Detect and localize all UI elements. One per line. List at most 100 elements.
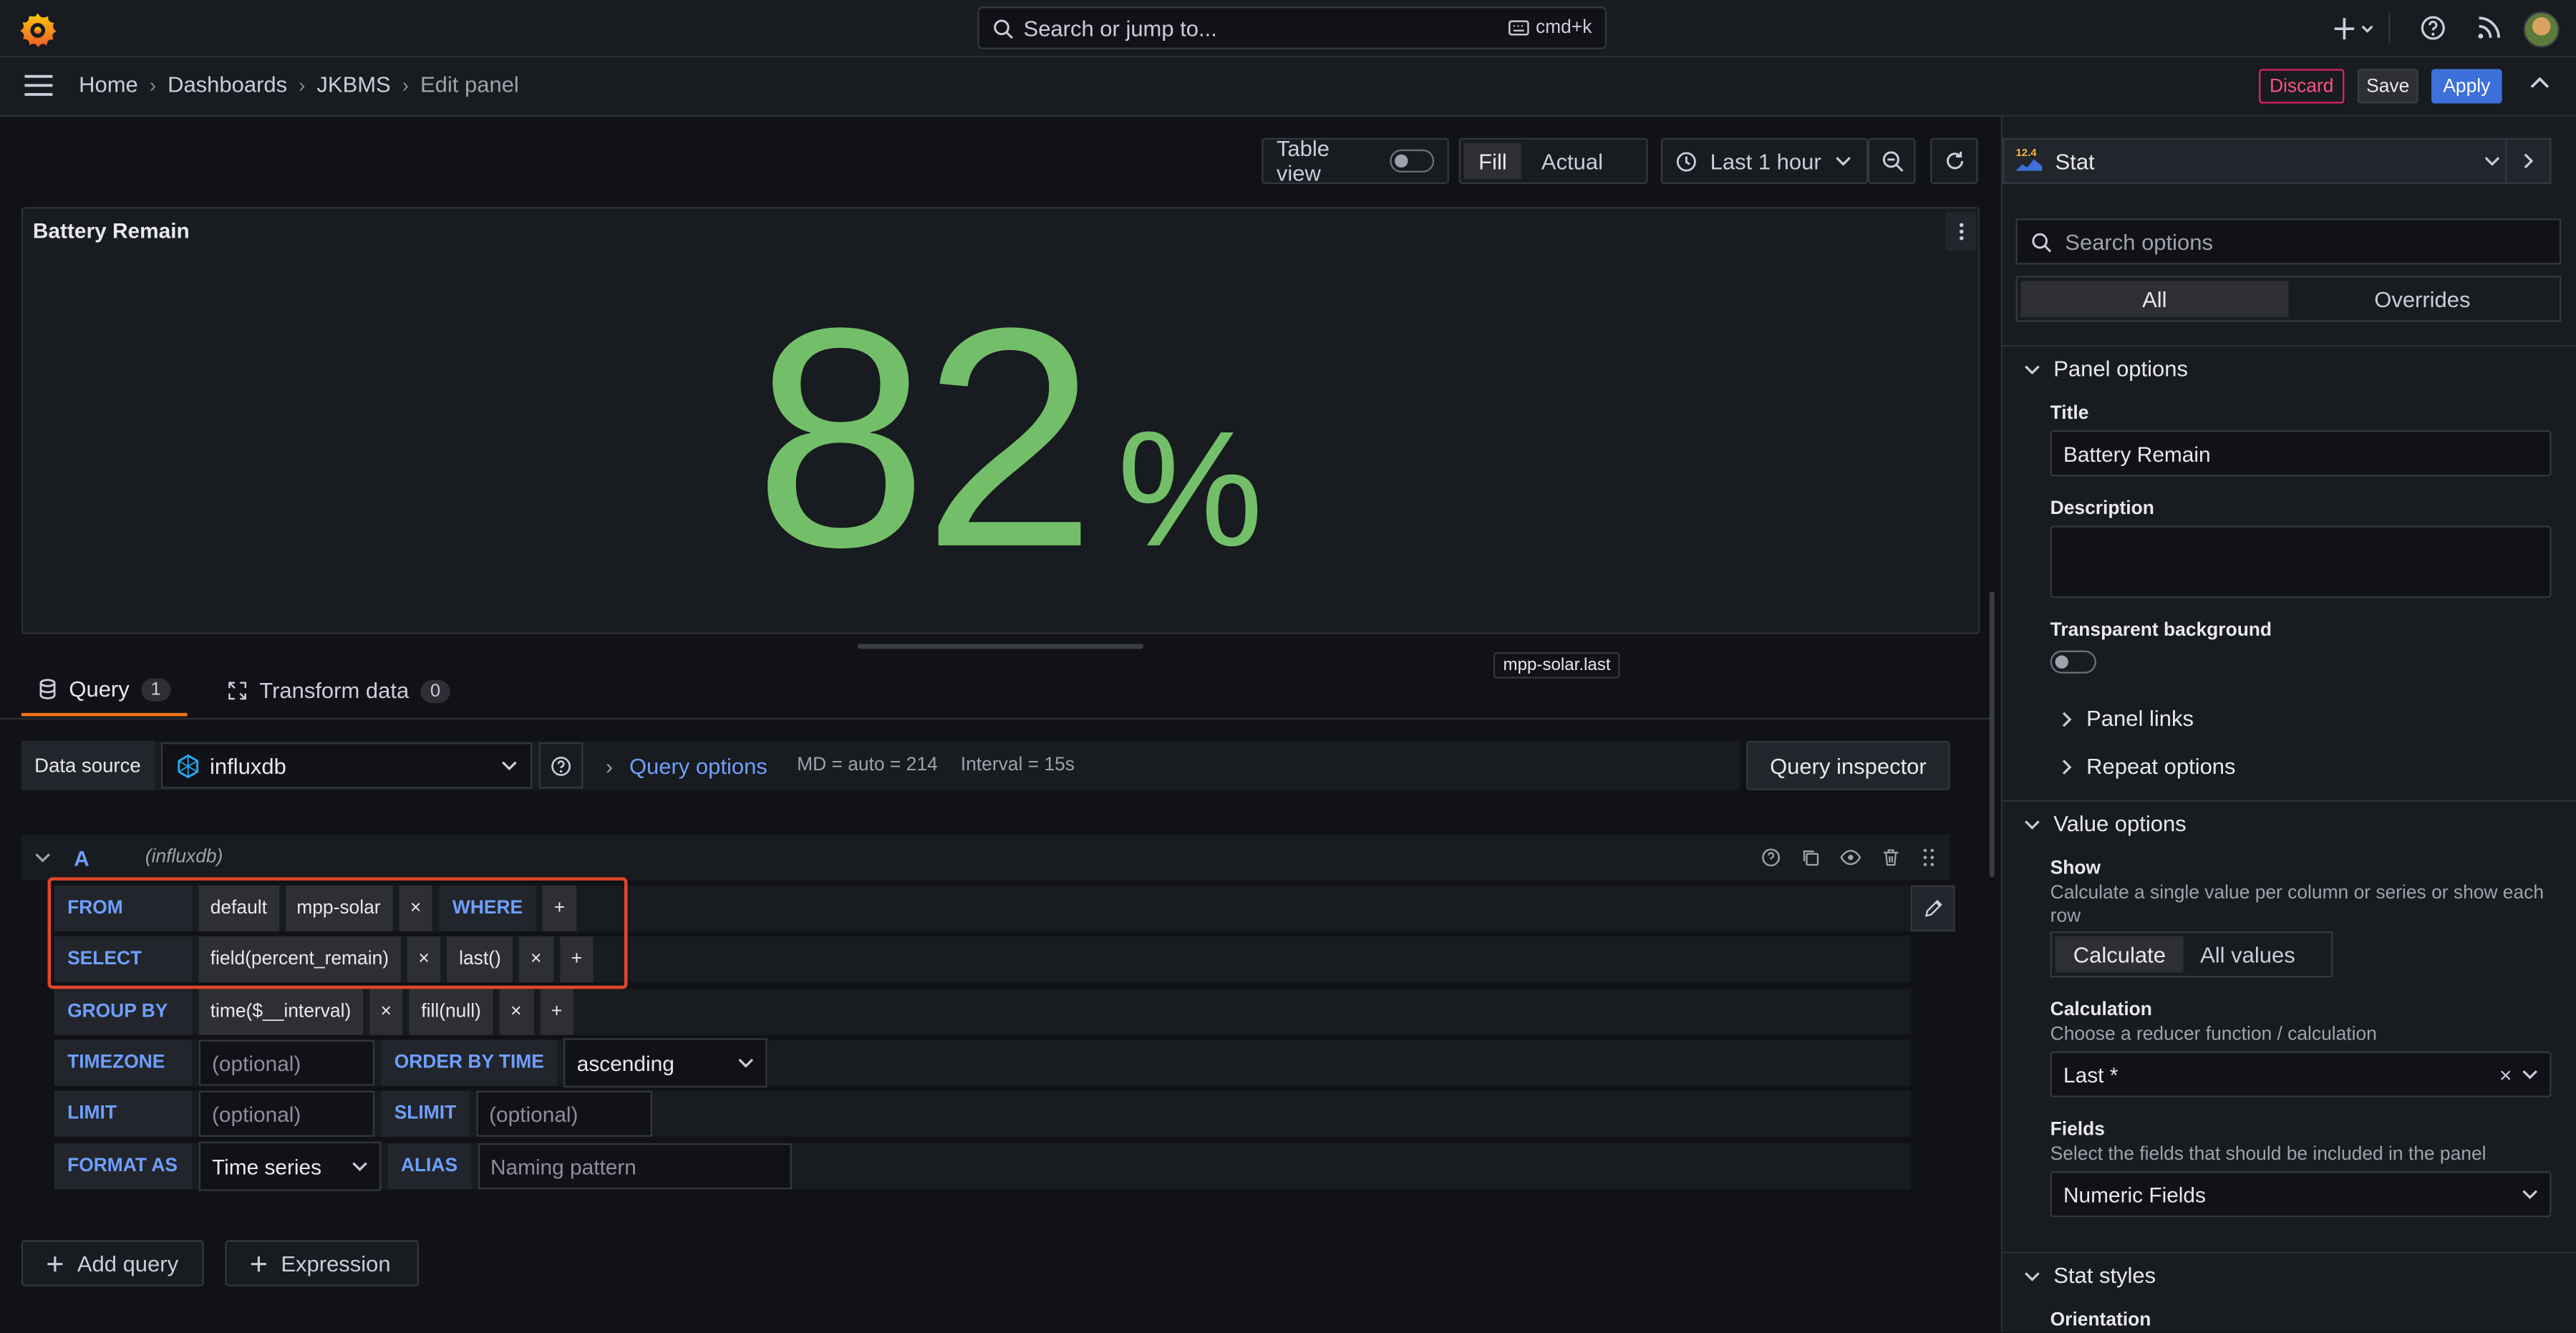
time-range-picker[interactable]: Last 1 hour [1660,137,1868,184]
breadcrumb-dashboards[interactable]: Dashboards [168,72,287,97]
fields-description: Select the fields that should be include… [2050,1145,2487,1165]
table-view-switch[interactable] [1389,149,1435,173]
panel-resize-handle[interactable] [857,644,1144,649]
apply-button[interactable]: Apply [2431,69,2502,104]
query-options-toggle[interactable]: › Query options MD = auto = 214 Interval… [589,753,1075,777]
help-icon[interactable] [2420,15,2448,43]
add-query-button[interactable]: Add query [21,1240,204,1286]
add-groupby-button[interactable]: + [539,989,574,1035]
panel-links-header[interactable]: Panel links [2060,707,2194,731]
chevron-right-icon: › [149,73,157,97]
news-rss-icon[interactable] [2476,15,2504,43]
tab-transform-count: 0 [420,679,450,702]
duplicate-icon[interactable] [1801,848,1821,868]
slimit-input[interactable]: (optional) [475,1090,652,1137]
panel-menu-icon[interactable] [1945,212,1977,252]
zoom-out-button[interactable] [1867,137,1916,184]
options-tabs: All Overrides [2015,276,2562,322]
fill-option[interactable]: Fill [1463,142,1522,180]
remove-groupby-time-icon[interactable]: × [369,989,404,1035]
shortcut-label: cmd+k [1535,18,1592,38]
fill-actual-toggle[interactable]: Fill Actual [1458,137,1648,184]
clear-icon[interactable]: × [2499,1062,2512,1086]
groupby-fill[interactable]: fill(null) [410,989,493,1035]
repeat-options-header[interactable]: Repeat options [2060,754,2236,779]
fields-select[interactable]: Numeric Fields [2050,1171,2552,1218]
edit-raw-query-icon[interactable] [1910,885,1955,932]
menu-hamburger-icon[interactable] [23,74,54,97]
query-inspector-button[interactable]: Query inspector [1746,740,1950,790]
chevron-up-icon[interactable] [2530,76,2550,92]
table-view-toggle[interactable]: Table view [1262,136,1449,185]
show-calculate-option[interactable]: Calculate [2055,936,2184,973]
refresh-icon [1942,150,1965,173]
limit-input[interactable]: (optional) [198,1090,375,1137]
tab-transform[interactable]: Transform data 0 [210,665,466,716]
query-row-header: A (influxdb) [21,834,1950,881]
breadcrumb-dashboard[interactable]: JKBMS [316,72,390,97]
timezone-input[interactable]: (optional) [198,1039,375,1086]
breadcrumb-home[interactable]: Home [79,72,138,97]
tab-query[interactable]: Query 1 [21,665,188,717]
clock-icon [1675,150,1697,172]
help-icon[interactable] [1761,848,1781,868]
value-options-header[interactable]: Value options [2024,812,2187,836]
calculation-select[interactable]: Last * × [2050,1051,2552,1097]
grafana-logo-icon[interactable] [18,10,57,49]
eye-icon[interactable] [1840,848,1861,868]
save-button[interactable]: Save [2357,69,2418,104]
search-icon [2030,231,2052,252]
panel-options-header[interactable]: Panel options [2024,357,2188,381]
groupby-row: GROUP BY time($__interval) × fill(null) … [54,989,1911,1035]
show-description: Calculate a single value per column or s… [2050,883,2544,926]
show-all-values-option[interactable]: All values [2184,936,2311,972]
datasource-help-icon[interactable] [538,742,583,789]
query-row-actions [1761,848,1937,868]
new-plus-icon[interactable] [2334,15,2373,43]
query-datasource-hint: (influxdb) [145,848,223,868]
transparent-switch[interactable] [2050,650,2096,674]
editor-scrollbar[interactable] [1989,591,1995,878]
search-bar[interactable]: Search or jump to... cmd+k [977,6,1607,49]
datasource-picker[interactable]: influxdb [160,742,532,789]
collapse-sidebar-button[interactable] [2505,137,2552,184]
search-options-input[interactable]: Search options [2015,218,2562,265]
search-icon [992,17,1014,39]
title-input[interactable]: Battery Remain [2050,430,2552,477]
datasource-row: Data source influxdb › Query options MD … [21,740,1740,790]
add-expression-button[interactable]: Expression [225,1240,420,1286]
fields-label: Fields [2050,1120,2105,1140]
chevron-down-icon[interactable] [34,851,51,864]
calculation-label: Calculation [2050,1000,2152,1020]
panel-options-label: Panel options [2053,356,2188,382]
series-tooltip: mpp-solar.last [1493,651,1621,679]
query-ref-id[interactable]: A [74,845,89,870]
discard-button[interactable]: Discard [2259,69,2345,104]
groupby-time[interactable]: time($__interval) [198,989,363,1035]
tab-query-count: 1 [140,677,171,701]
alias-input[interactable]: Naming pattern [477,1143,791,1190]
description-textarea[interactable] [2050,525,2552,598]
timezone-keyword: TIMEZONE [54,1039,193,1086]
refresh-button[interactable] [1930,137,1978,184]
highlight-box [47,877,628,989]
stat-styles-header[interactable]: Stat styles [2024,1264,2156,1288]
tab-overrides[interactable]: Overrides [2288,281,2556,316]
alias-keyword: ALIAS [387,1143,471,1190]
timezone-row: TIMEZONE (optional) ORDER BY TIME ascend… [54,1038,1911,1088]
tab-all[interactable]: All [2020,281,2289,317]
orderby-select[interactable]: ascending [563,1038,768,1088]
chevron-right-icon [2060,758,2073,775]
user-avatar[interactable] [2523,11,2560,48]
orderby-value: ascending [576,1050,674,1075]
title-label: Title [2050,404,2089,425]
chevron-right-icon: › [299,73,306,97]
format-select[interactable]: Time series [198,1141,382,1191]
slimit-keyword: SLIMIT [381,1090,470,1137]
drag-handle-icon[interactable] [1920,848,1937,868]
actual-option[interactable]: Actual [1521,143,1622,179]
trash-icon[interactable] [1881,848,1901,868]
zoom-out-icon [1880,150,1903,173]
remove-groupby-fill-icon[interactable]: × [499,989,533,1035]
visualization-picker[interactable]: 12.4 Stat [2003,137,2514,184]
